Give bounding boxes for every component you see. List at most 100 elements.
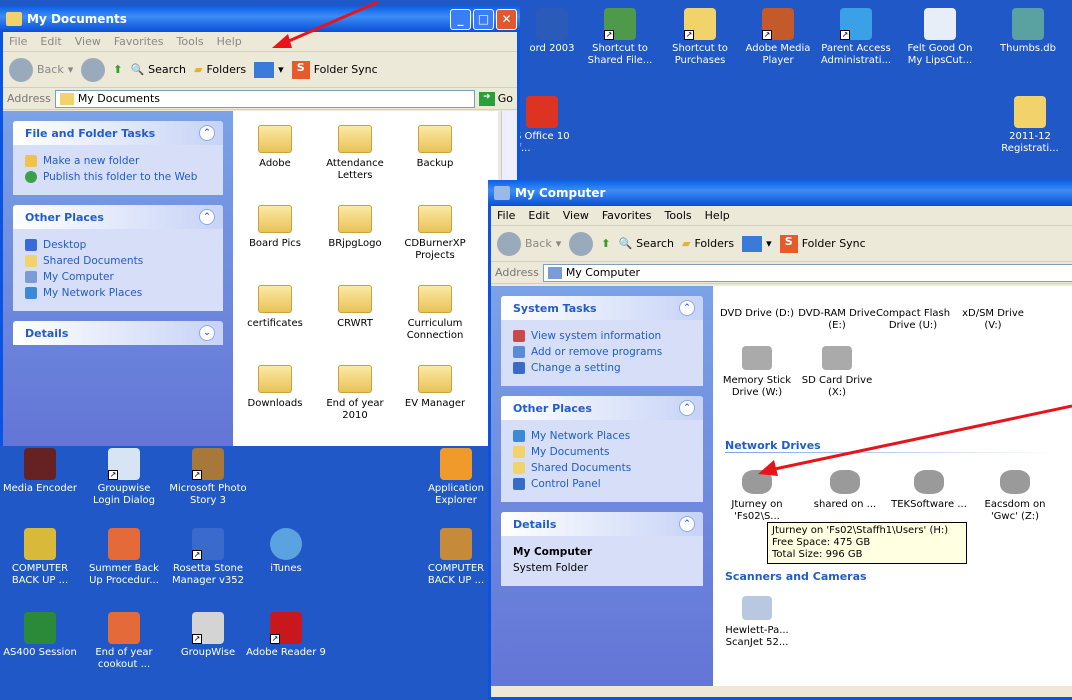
desktop-icon[interactable]: End of year cookout ... — [84, 612, 164, 671]
drive-item[interactable]: Compact Flash Drive (U:) — [873, 308, 953, 332]
back-button[interactable]: Back ▾ — [9, 57, 73, 82]
folder-item[interactable]: End of year 2010 — [315, 365, 395, 422]
up-folder-icon[interactable]: ⬆ — [113, 63, 122, 76]
folder-item[interactable]: CDBurnerXP Projects — [395, 205, 475, 262]
maximize-button[interactable]: □ — [473, 8, 494, 30]
views-button[interactable]: ▾ — [254, 61, 284, 78]
my-computer-link[interactable]: My Computer — [25, 271, 213, 283]
folder-item[interactable]: Attendance Letters — [315, 125, 395, 182]
address-input[interactable]: My Computer — [542, 263, 1072, 282]
drive-item[interactable]: DVD Drive (D:) — [717, 308, 797, 320]
menu-help[interactable]: Help — [705, 209, 730, 222]
publish-web-link[interactable]: Publish this folder to the Web — [25, 171, 213, 183]
forward-button[interactable] — [569, 231, 594, 256]
desktop-link[interactable]: Desktop — [25, 239, 213, 251]
make-new-folder-link[interactable]: Make a new folder — [25, 155, 213, 167]
panel-header[interactable]: Other Places ⌃ — [501, 396, 703, 420]
desktop-icon[interactable]: ↗ GroupWise — [168, 612, 248, 659]
desktop-icon[interactable]: Application Explorer — [416, 448, 496, 507]
address-input[interactable]: My Documents — [54, 89, 475, 108]
close-button[interactable]: ✕ — [496, 8, 517, 30]
go-button[interactable]: ➜ Go — [478, 91, 517, 106]
menu-tools[interactable]: Tools — [665, 209, 692, 222]
collapse-icon[interactable]: ⌃ — [679, 400, 695, 416]
desktop-icon[interactable]: ↗ Shortcut to Shared File... — [580, 8, 660, 67]
views-button[interactable]: ▾ — [742, 235, 772, 252]
minimize-button[interactable]: _ — [450, 8, 471, 30]
drive-item[interactable]: SD Card Drive (X:) — [797, 346, 877, 399]
drive-item[interactable]: DVD-RAM Drive (E:) — [797, 308, 877, 332]
menu-view[interactable]: View — [75, 35, 101, 48]
desktop-icon[interactable]: Thumbs.db — [988, 8, 1068, 55]
desktop-icon[interactable]: CS Office 10 off... — [508, 96, 588, 155]
desktop-icon[interactable]: AS400 Session — [0, 612, 80, 659]
add-remove-programs-link[interactable]: Add or remove programs — [513, 346, 693, 358]
collapse-icon[interactable]: ⌃ — [199, 125, 215, 141]
desktop-icon[interactable]: COMPUTER BACK UP ... — [416, 528, 496, 587]
menu-edit[interactable]: Edit — [40, 35, 61, 48]
desktop-icon[interactable]: ↗ Parent Access Administrati... — [816, 8, 896, 67]
view-system-info-link[interactable]: View system information — [513, 330, 693, 342]
folders-button[interactable]: ▰ Folders — [682, 237, 734, 250]
panel-header[interactable]: Details ⌄ — [13, 321, 223, 345]
control-panel-link[interactable]: Control Panel — [513, 478, 693, 490]
menu-help[interactable]: Help — [217, 35, 242, 48]
network-places-link[interactable]: My Network Places — [513, 430, 693, 442]
folder-item[interactable]: Board Pics — [235, 205, 315, 250]
forward-button[interactable] — [81, 57, 106, 82]
panel-header[interactable]: Details ⌃ — [501, 512, 703, 536]
search-button[interactable]: 🔍 Search — [130, 63, 186, 76]
folder-item[interactable]: BRjpgLogo — [315, 205, 395, 250]
desktop-icon[interactable]: Felt Good On My LipsCut... — [900, 8, 980, 67]
menu-view[interactable]: View — [563, 209, 589, 222]
desktop-icon[interactable]: ↗ Shortcut to Purchases — [660, 8, 740, 67]
shared-documents-link[interactable]: Shared Documents — [513, 462, 693, 474]
up-folder-icon[interactable]: ⬆ — [601, 237, 610, 250]
collapse-icon[interactable]: ⌃ — [679, 516, 695, 532]
desktop-icon[interactable]: COMPUTER BACK UP ... — [0, 528, 80, 587]
menu-tools[interactable]: Tools — [177, 35, 204, 48]
desktop-icon[interactable]: Media Encoder — [0, 448, 80, 495]
menu-edit[interactable]: Edit — [528, 209, 549, 222]
shared-documents-link[interactable]: Shared Documents — [25, 255, 213, 267]
network-drive-item[interactable]: Eacsdom on 'Gwc' (Z:) — [975, 470, 1055, 523]
folder-item[interactable]: Downloads — [235, 365, 315, 410]
folder-item[interactable]: Backup — [395, 125, 475, 170]
folder-item[interactable]: Curriculum Connection — [395, 285, 475, 342]
menu-file[interactable]: File — [9, 35, 27, 48]
network-drive-item[interactable]: shared on ... — [805, 470, 885, 511]
back-button[interactable]: Back ▾ — [497, 231, 561, 256]
panel-header[interactable]: File and Folder Tasks ⌃ — [13, 121, 223, 145]
folder-item[interactable]: EV Manager — [395, 365, 475, 410]
desktop-icon[interactable]: ↗ Rosetta Stone Manager v352 — [168, 528, 248, 587]
desktop-icon[interactable]: ↗ Groupwise Login Dialog — [84, 448, 164, 507]
network-drive-item[interactable]: Jturney on 'Fs02\S... — [717, 470, 797, 523]
scanner-item[interactable]: Hewlett-Pa... ScanJet 52... — [717, 596, 797, 649]
menu-favorites[interactable]: Favorites — [114, 35, 164, 48]
my-documents-link[interactable]: My Documents — [513, 446, 693, 458]
desktop-icon[interactable]: 2011-12 Registrati... — [990, 96, 1070, 155]
desktop-icon[interactable]: Summer Back Up Procedur... — [84, 528, 164, 587]
drive-item[interactable]: xD/SM Drive (V:) — [953, 308, 1033, 332]
collapse-icon[interactable]: ⌃ — [679, 300, 695, 316]
desktop-icon[interactable]: iTunes — [246, 528, 326, 575]
network-places-link[interactable]: My Network Places — [25, 287, 213, 299]
menu-favorites[interactable]: Favorites — [602, 209, 652, 222]
search-button[interactable]: 🔍 Search — [618, 237, 674, 250]
folder-sync-button[interactable]: S Folder Sync — [779, 234, 866, 253]
network-drive-item[interactable]: TEKSoftware ... — [889, 470, 969, 511]
folder-item[interactable]: Adobe — [235, 125, 315, 170]
collapse-icon[interactable]: ⌃ — [199, 209, 215, 225]
folder-item[interactable]: certificates — [235, 285, 315, 330]
folder-sync-button[interactable]: S Folder Sync — [291, 60, 378, 79]
desktop-icon[interactable]: ↗ Adobe Reader 9 — [246, 612, 326, 659]
menu-file[interactable]: File — [497, 209, 515, 222]
change-setting-link[interactable]: Change a setting — [513, 362, 693, 374]
expand-icon[interactable]: ⌄ — [199, 325, 215, 341]
panel-header[interactable]: System Tasks ⌃ — [501, 296, 703, 320]
desktop-icon[interactable]: ↗ Microsoft Photo Story 3 — [168, 448, 248, 507]
desktop-icon[interactable]: ↗ Adobe Media Player — [738, 8, 818, 67]
folders-button[interactable]: ▰ Folders — [194, 63, 246, 76]
panel-header[interactable]: Other Places ⌃ — [13, 205, 223, 229]
folder-item[interactable]: CRWRT — [315, 285, 395, 330]
